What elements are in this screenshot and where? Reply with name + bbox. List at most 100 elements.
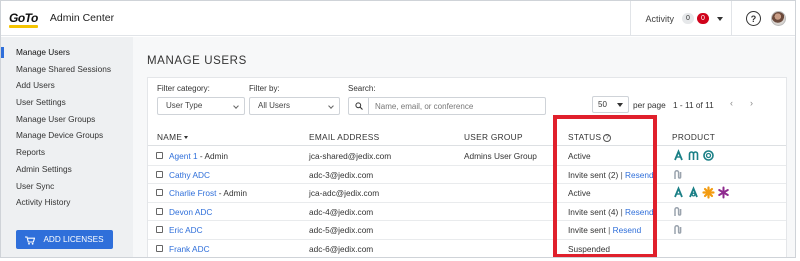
sidebar-item-reports[interactable]: Reports [1,144,133,161]
user-name-link[interactable]: Cathy ADC [169,170,210,180]
resend-link[interactable]: Resend [625,170,654,180]
per-page-value: 50 [598,100,607,109]
avatar[interactable] [771,11,786,26]
email-cell: adc-3@jedix.com [309,169,374,180]
column-header-name[interactable]: NAME [157,132,189,142]
status-text: Invite sent (4) [568,206,619,217]
activity-label: Activity [645,13,674,24]
table-row[interactable]: Eric ADC adc-5@jedix.com Invite sent | R… [148,221,786,240]
activity-count-badge: 0 [682,13,694,24]
sidebar-item-user-sync[interactable]: User Sync [1,178,133,195]
status-cell: Active [568,151,591,161]
sidebar-item-admin-settings[interactable]: Admin Settings [1,161,133,178]
sidebar-item-manage-user-groups[interactable]: Manage User Groups [1,111,133,128]
column-header-status-label: STATUS [568,132,602,142]
main-content: MANAGE USERS Filter category: User Type … [133,37,795,257]
sidebar-item-activity-history[interactable]: Activity History [1,194,133,211]
per-page-label: per page [633,100,666,110]
user-name-link[interactable]: Charlie Frost [169,188,217,198]
table-row[interactable]: Cathy ADC adc-3@jedix.com Invite sent (2… [148,166,786,185]
user-role: - Admin [216,188,247,199]
table-row[interactable]: Charlie Frost - Admin jca-adc@jedix.com … [148,184,786,203]
resend-link[interactable]: Resend [625,207,654,217]
column-header-status[interactable]: STATUS? [568,132,612,142]
sidebar-item-add-users[interactable]: Add Users [1,77,133,94]
product-cell [672,223,685,236]
user-name-cell: Cathy ADC [169,170,210,180]
column-header-product[interactable]: PRODUCT [672,132,715,142]
table-row[interactable]: Frank ADC adc-6@jedix.com Suspended [148,240,786,257]
email-cell: jca-adc@jedix.com [309,188,380,199]
app-title: Admin Center [49,12,115,24]
table-header: NAME EMAIL ADDRESS USER GROUP STATUS? PR… [148,128,786,146]
row-checkbox[interactable] [156,152,163,159]
chevron-down-icon [233,103,239,109]
user-role: - Admin [197,151,229,161]
top-bar-actions: Activity 0 0 ? [630,1,795,36]
email-cell: adc-5@jedix.com [309,225,374,236]
sidebar-item-user-settings[interactable]: User Settings [1,94,133,111]
row-checkbox[interactable] [156,189,163,197]
sidebar: Manage Users Manage Shared Sessions Add … [1,37,133,257]
app-window: GoTo Admin Center Activity 0 0 ? Manage … [0,0,796,258]
previous-page-button[interactable]: ‹ [730,98,733,108]
divider [731,1,732,36]
column-header-name-label: NAME [157,132,183,142]
user-name-link[interactable]: Eric ADC [169,225,203,235]
separator: | [608,225,611,236]
product-cell [672,186,730,199]
add-licenses-button[interactable]: ADD LICENSES [16,230,113,249]
user-name-link[interactable]: Devon ADC [169,207,212,217]
chevron-down-icon [617,103,623,107]
resend-link[interactable]: Resend [613,225,642,235]
column-header-email[interactable]: EMAIL ADDRESS [309,132,379,142]
chevron-down-icon[interactable] [717,16,723,21]
user-name-link[interactable]: Frank ADC [169,244,210,254]
sidebar-item-manage-users[interactable]: Manage Users [1,44,133,61]
sidebar-item-manage-shared-sessions[interactable]: Manage Shared Sessions [1,61,133,78]
status-cell: Invite sent (4) | Resend [568,207,654,217]
row-checkbox[interactable] [156,226,163,234]
page-title: MANAGE USERS [147,55,247,67]
filter-category-value: User Type [166,101,203,110]
gotoconnect-icon [672,186,685,199]
help-button[interactable]: ? [746,11,761,26]
gotoresolve-icon [702,149,715,162]
table-body: Agent 1 - Admin jca-shared@jedix.com Adm… [148,147,786,257]
sidebar-nav: Manage Users Manage Shared Sessions Add … [1,37,133,211]
row-checkbox[interactable] [156,244,163,252]
separator: | [620,169,623,180]
search-box[interactable] [348,97,546,115]
table-row[interactable]: Agent 1 - Admin jca-shared@jedix.com Adm… [148,147,786,166]
pagination-range: 1 - 11 of 11 [673,100,714,110]
table-row[interactable]: Devon ADC adc-4@jedix.com Invite sent (4… [148,203,786,222]
search-input[interactable] [375,100,540,112]
goto-logo[interactable]: GoTo [9,8,38,28]
column-header-user-group[interactable]: USER GROUP [464,132,523,142]
cart-icon [25,235,36,245]
status-cell: Invite sent (2) | Resend [568,170,654,180]
info-icon[interactable]: ? [603,133,612,142]
chevron-down-icon [328,103,334,109]
row-checkbox[interactable] [156,170,163,178]
activity-menu[interactable]: Activity 0 0 [631,13,731,24]
user-name-link[interactable]: Agent 1 [169,151,198,161]
gray-product-icon [672,168,685,181]
email-cell: adc-4@jedix.com [309,206,374,217]
email-cell: adc-6@jedix.com [309,243,374,254]
row-checkbox[interactable] [156,207,163,215]
filter-category-select[interactable]: User Type [157,97,245,115]
goto-product-icon [687,186,700,199]
next-page-button[interactable]: › [750,98,753,108]
sidebar-item-manage-device-groups[interactable]: Manage Device Groups [1,127,133,144]
gray-product-icon [672,223,685,236]
alert-count-badge: 0 [697,13,709,24]
add-licenses-label: ADD LICENSES [43,235,104,244]
filter-by-select[interactable]: All Users [249,97,340,115]
product-cell [672,168,685,181]
product-cell [672,205,685,218]
user-group-cell: Admins User Group [464,151,537,161]
filter-by-label: Filter by: [249,84,280,93]
per-page-select[interactable]: 50 [592,96,629,113]
status-cell: Invite sent | Resend [568,225,641,235]
